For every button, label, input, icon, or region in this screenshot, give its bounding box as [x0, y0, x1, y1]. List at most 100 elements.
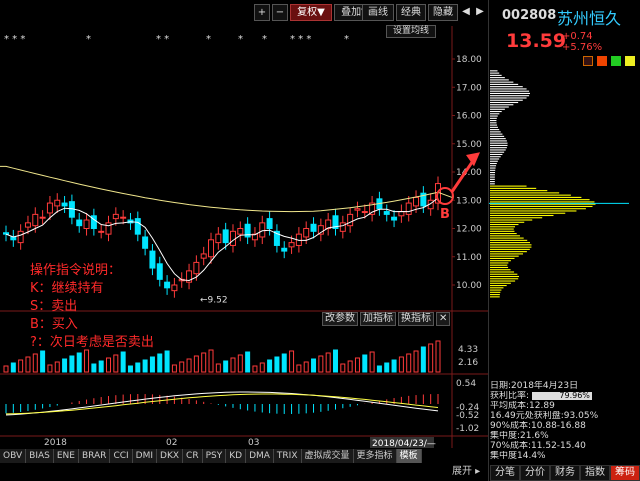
zoom-in-button[interactable]: +	[254, 4, 270, 21]
edit-params-button[interactable]: 改参数	[322, 312, 358, 326]
chip-bar	[490, 233, 517, 235]
volume-bar	[69, 355, 75, 373]
chip-bar	[490, 255, 519, 257]
volume-bar	[179, 361, 185, 373]
chip-bar	[490, 140, 507, 142]
volume-bar	[398, 356, 404, 373]
ma-settings-button[interactable]: 设置均线	[386, 25, 436, 38]
close-icon[interactable]: ✕	[436, 312, 451, 326]
volume-bar	[171, 364, 177, 373]
chip-bar	[490, 129, 500, 131]
legend-k: K：继续持有	[30, 281, 104, 296]
volume-bar	[259, 362, 265, 373]
chip-bar	[490, 101, 519, 104]
macd-tick-label: -1.02	[456, 424, 479, 434]
hide-button[interactable]: 隐藏	[428, 4, 458, 21]
indicator-tab[interactable]: BRAR	[78, 449, 111, 463]
indicator-tabs: OBV BIAS ENE BRAR CCI DMI DKX CR PSY KD DMA TRIX 虚拟成…	[0, 449, 422, 463]
chip-bar	[490, 235, 520, 237]
instruction-legend: 操作指令说明： K：继续持有 S：卖出 B：买入 ?：次日考虑是否卖出	[30, 262, 154, 352]
indicator-buttons: 改参数 加指标 换指标 ✕	[322, 312, 451, 326]
chip-bar	[490, 273, 518, 275]
chip-bar	[490, 172, 496, 174]
indicator-tab[interactable]: 更多指标	[353, 449, 397, 463]
tab-fenjia[interactable]: 分价	[520, 465, 550, 481]
volume-bar	[120, 351, 126, 373]
indicator-tab[interactable]: ENE	[53, 449, 79, 463]
yellow-flag-icon[interactable]	[625, 56, 635, 66]
volume-bar	[406, 353, 412, 373]
candle-body	[222, 229, 229, 244]
price-tick-label: 12.00	[456, 225, 482, 235]
expand-button[interactable]: 展开 ▸	[452, 465, 488, 481]
green-flag-icon[interactable]	[611, 56, 621, 66]
volume-bar	[435, 340, 441, 373]
indicator-tab[interactable]: PSY	[202, 449, 227, 463]
chip-bar	[490, 239, 528, 241]
dea-line	[5, 393, 439, 415]
zoom-out-button[interactable]: −	[272, 4, 288, 21]
indicator-tab[interactable]: BIAS	[26, 449, 54, 463]
chip-bar	[490, 126, 498, 128]
flag-icon[interactable]	[583, 56, 593, 66]
candle-body	[3, 232, 9, 235]
chip-bar	[490, 86, 523, 88]
chip-bar	[490, 185, 527, 187]
signal-star: * * *	[290, 34, 312, 45]
candle-body	[76, 219, 83, 227]
chip-bar	[490, 113, 500, 115]
indicator-tab[interactable]: DMI	[132, 449, 158, 463]
candle-body	[54, 199, 61, 207]
chip-bar	[490, 176, 495, 178]
indicator-tab[interactable]: CCI	[110, 449, 133, 463]
switch-indicator-button[interactable]: 换指标	[398, 312, 434, 326]
price-tick-label: 18.00	[456, 55, 482, 65]
back-icon[interactable]: ◀	[460, 4, 472, 21]
tab-chouma[interactable]: 筹码	[610, 465, 640, 481]
chip-bar	[490, 120, 497, 122]
chip-bar	[490, 81, 514, 83]
volume-bar	[47, 364, 53, 373]
indicator-tab[interactable]: TRIX	[273, 449, 302, 463]
volume-bar	[230, 357, 236, 373]
chip-bar	[490, 77, 505, 79]
chip-bar	[490, 149, 506, 151]
chip-bar	[490, 74, 502, 76]
chip-bar	[490, 115, 498, 117]
chip-bar	[490, 153, 503, 156]
kline-chart[interactable]: 18.00 17.00 16.00 15.00 14.00 13.00 12.00 11.00…	[0, 0, 488, 481]
volume-bar	[311, 358, 317, 373]
fuquan-button[interactable]: 复权▼	[290, 4, 332, 21]
chip-bar	[490, 214, 554, 217]
chip-bar	[490, 246, 532, 248]
price-tick-label: 17.00	[456, 83, 482, 93]
chip-stats: 日期:2018年4月23日 获利比率: 79.96% 平均成本:12.89 16…	[490, 381, 640, 461]
draw-line-button[interactable]: 画线	[362, 4, 394, 21]
indicator-tab[interactable]: CR	[183, 449, 203, 463]
macd-tick-label: 0.54	[456, 379, 476, 389]
indicator-tab[interactable]: 虚拟成交量	[301, 449, 354, 463]
chip-bar	[490, 106, 509, 108]
stat-conc90: 集中度:21.6%	[490, 431, 549, 441]
candle-body	[200, 253, 207, 259]
classic-button[interactable]: 经典	[396, 4, 426, 21]
indicator-tab[interactable]: 模板	[396, 449, 422, 463]
volume-bar	[420, 346, 426, 373]
indicator-tab[interactable]: OBV	[0, 449, 27, 463]
red-flag-icon[interactable]	[597, 56, 607, 66]
chip-bar	[490, 275, 520, 278]
chip-bar	[490, 269, 511, 271]
chip-bar	[490, 196, 582, 198]
indicator-tab[interactable]: KD	[226, 449, 247, 463]
tab-fenbi[interactable]: 分笔	[490, 465, 520, 481]
forward-icon[interactable]: ▶	[474, 4, 486, 21]
volume-bar	[98, 360, 104, 373]
tab-caiwu[interactable]: 财务	[550, 465, 580, 481]
tab-zhishu[interactable]: 指数	[580, 465, 610, 481]
legend-title: 操作指令说明：	[30, 263, 122, 278]
add-indicator-button[interactable]: 加指标	[360, 312, 396, 326]
volume-bar	[391, 359, 397, 373]
volume-bar	[362, 354, 368, 373]
indicator-tab[interactable]: DMA	[246, 449, 274, 463]
indicator-tab[interactable]: DKX	[157, 449, 184, 463]
